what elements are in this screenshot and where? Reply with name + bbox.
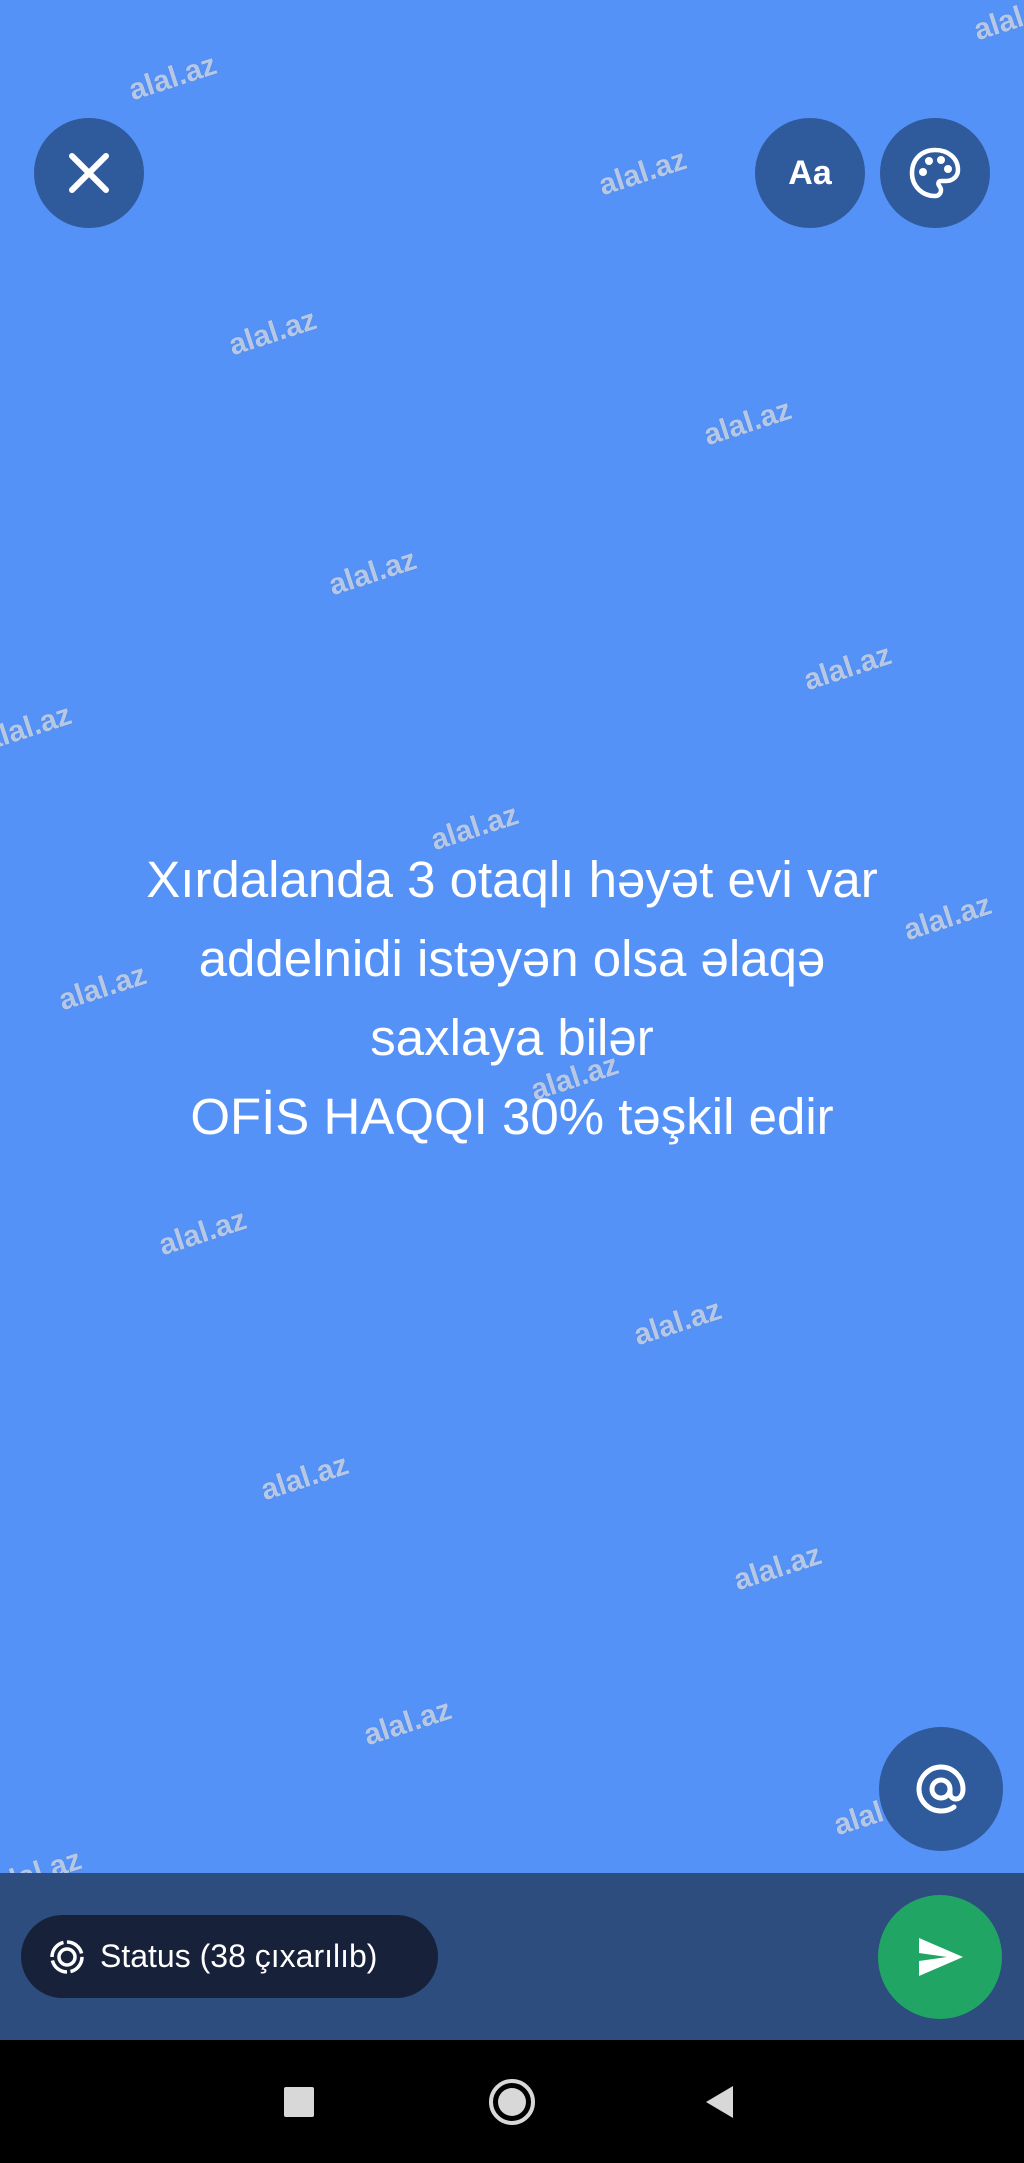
font-style-button[interactable]: Aa bbox=[755, 118, 865, 228]
watermark-text: alal.az bbox=[594, 143, 691, 203]
status-text-line: OFİS HAQQI 30% təşkil edir bbox=[190, 1088, 834, 1145]
status-ring-icon bbox=[48, 1938, 86, 1976]
watermark-text: alal.az bbox=[154, 1203, 251, 1263]
back-button[interactable] bbox=[686, 2068, 754, 2136]
watermark-text: alal.az bbox=[629, 1293, 726, 1353]
watermark-text: alal.az bbox=[124, 48, 221, 108]
status-text-line: saxlaya bilər bbox=[370, 1009, 654, 1066]
status-audience-button[interactable]: Status (38 çıxarılıb) bbox=[21, 1915, 438, 1998]
status-compose-screen: alal.az alal.az alal.az alal.az alal.az … bbox=[0, 0, 1024, 2163]
watermark-text: alal.az bbox=[359, 1693, 456, 1753]
system-navigation-bar bbox=[0, 2040, 1024, 2163]
watermark-text: alal.az bbox=[799, 638, 896, 698]
close-button[interactable] bbox=[34, 118, 144, 228]
recents-button[interactable] bbox=[265, 2068, 333, 2136]
send-button[interactable] bbox=[878, 1895, 1002, 2019]
watermark-text: alal.az bbox=[969, 0, 1024, 48]
palette-icon bbox=[908, 146, 962, 200]
at-sign-icon bbox=[913, 1761, 969, 1817]
watermark-text: alal.az bbox=[699, 393, 796, 453]
font-style-label: Aa bbox=[788, 153, 832, 192]
watermark-text: alal.az bbox=[324, 543, 421, 603]
home-button[interactable] bbox=[478, 2068, 546, 2136]
mention-button[interactable] bbox=[879, 1727, 1003, 1851]
send-icon bbox=[913, 1930, 967, 1984]
watermark-text: alal.az bbox=[729, 1538, 826, 1598]
status-text-line: addelnidi istəyən olsa əlaqə bbox=[198, 930, 826, 987]
circle-icon bbox=[487, 2077, 537, 2127]
triangle-back-icon bbox=[703, 2084, 737, 2120]
square-icon bbox=[282, 2085, 316, 2119]
status-text-line: Xırdalanda 3 otaqlı həyət evi var bbox=[146, 851, 878, 908]
compose-bottom-bar: Status (38 çıxarılıb) bbox=[0, 1873, 1024, 2040]
watermark-text: alal.az bbox=[0, 698, 76, 758]
status-audience-label: Status (38 çıxarılıb) bbox=[100, 1938, 378, 1974]
watermark-text: alal.az bbox=[256, 1448, 353, 1508]
close-icon bbox=[66, 150, 112, 196]
status-text-area[interactable]: Xırdalanda 3 otaqlı həyət evi var addeln… bbox=[60, 840, 964, 1156]
watermark-text: alal.az bbox=[224, 303, 321, 363]
background-color-button[interactable] bbox=[880, 118, 990, 228]
